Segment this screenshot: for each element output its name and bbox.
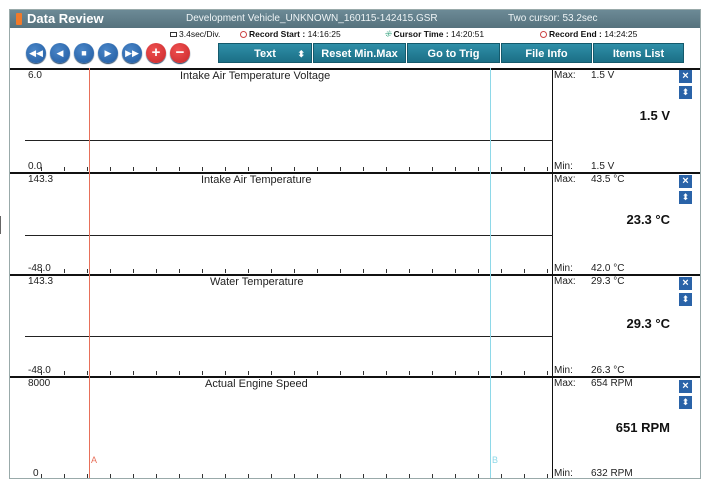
go-to-trig-button[interactable]: Go to Trig xyxy=(407,43,500,63)
y-max-label: 143.3 xyxy=(28,276,54,287)
channel-panel: 6.0 Intake Air Temperature Voltage 0.0 M… xyxy=(10,68,700,173)
channel-title: Water Temperature xyxy=(210,276,304,288)
min-value: Min: 26.3 °C xyxy=(554,365,625,376)
signal-trace xyxy=(25,336,553,337)
time-div-icon xyxy=(170,32,177,37)
updown-icon: ⬍ xyxy=(297,49,305,59)
step-back-button[interactable]: ◀ xyxy=(50,43,70,63)
min-value: Min: 632 RPM xyxy=(554,468,633,479)
channel-title: Intake Air Temperature xyxy=(201,174,312,186)
crosshair-icon: ⁜ xyxy=(384,29,392,39)
close-channel-button[interactable]: × xyxy=(679,175,692,188)
updown-arrow-icon: ⬍ xyxy=(681,87,690,97)
scale-button[interactable]: ⬍ xyxy=(679,86,692,99)
graph-area[interactable]: 143.3 Intake Air Temperature -48.0 xyxy=(25,174,553,275)
reset-minmax-button[interactable]: Reset Min.Max xyxy=(313,43,406,63)
cursor-b-line[interactable] xyxy=(490,68,491,478)
y-min-label: -48.0 xyxy=(28,263,51,274)
close-icon: × xyxy=(682,380,689,392)
max-value: Max: 29.3 °C xyxy=(554,276,625,287)
left-icon: ◀ xyxy=(56,48,64,58)
minus-icon: − xyxy=(175,44,185,61)
close-icon: × xyxy=(682,175,689,187)
channel-title: Actual Engine Speed xyxy=(205,378,308,390)
plus-icon: + xyxy=(151,44,161,61)
current-value: 1.5 V xyxy=(639,108,670,123)
channel-panel: 143.3 Intake Air Temperature -48.0 Max: 4… xyxy=(10,172,700,275)
time-division: 3.4sec/Div. xyxy=(170,29,220,39)
time-ticks xyxy=(25,474,552,478)
max-value: Max: 1.5 V xyxy=(554,70,615,81)
cursor-b-label: B xyxy=(492,455,499,465)
record-start: Record Start : 14:16:25 xyxy=(240,29,341,39)
time-ticks xyxy=(25,269,552,273)
stop-button[interactable]: ■ xyxy=(74,43,94,63)
updown-arrow-icon: ⬍ xyxy=(681,397,690,407)
signal-trace xyxy=(25,235,553,236)
app-icon xyxy=(16,13,22,25)
scale-button[interactable]: ⬍ xyxy=(679,293,692,306)
clock-icon xyxy=(240,31,247,38)
rewind-fast-button[interactable]: ◀◀ xyxy=(26,43,46,63)
forward-fast-button[interactable]: ▶▶ xyxy=(122,43,142,63)
toolbar: ◀◀ ◀ ■ ▶ ▶▶ + − Text ⬍ Reset Min.Max Go t… xyxy=(10,40,700,68)
current-value: 29.3 °C xyxy=(626,316,670,331)
time-ticks xyxy=(25,167,552,171)
min-value: Min: 42.0 °C xyxy=(554,263,625,274)
data-review-window: Data Review Development Vehicle_UNKNOWN_… xyxy=(9,9,701,479)
right-icon: ▶ xyxy=(104,48,112,58)
file-name: Development Vehicle_UNKNOWN_160115-14241… xyxy=(186,13,438,24)
zoom-in-button[interactable]: + xyxy=(146,43,166,63)
y-min-label: -48.0 xyxy=(28,365,51,376)
max-value: Max: 654 RPM xyxy=(554,378,633,389)
time-ticks xyxy=(25,371,552,375)
cursor-time: ⁜ Cursor Time : 14:20:51 xyxy=(384,29,485,39)
record-info-bar: 3.4sec/Div. Record Start : 14:16:25 ⁜ Cur… xyxy=(10,28,700,40)
y-min-label: 0 xyxy=(33,468,39,479)
y-max-label: 143.3 xyxy=(28,174,54,185)
graph-area[interactable]: 143.3 Water Temperature -48.0 xyxy=(25,276,553,377)
zoom-out-button[interactable]: − xyxy=(170,43,190,63)
record-end: Record End : 14:24:25 xyxy=(540,29,637,39)
title-bar: Data Review Development Vehicle_UNKNOWN_… xyxy=(10,10,700,28)
channel-panel: 8000 Actual Engine Speed 0 Max: 654 RPM 6… xyxy=(10,376,700,479)
file-info-button[interactable]: File Info xyxy=(501,43,592,63)
graph-area[interactable]: 8000 Actual Engine Speed 0 xyxy=(25,378,553,479)
y-min-label: 0.0 xyxy=(28,161,42,172)
clock-icon xyxy=(540,31,547,38)
window-edge-marker xyxy=(0,216,1,234)
signal-trace xyxy=(25,140,553,141)
stop-icon: ■ xyxy=(81,48,87,58)
cursor-a-line[interactable] xyxy=(89,68,90,478)
double-left-icon: ◀◀ xyxy=(29,48,43,58)
close-channel-button[interactable]: × xyxy=(679,277,692,290)
min-value: Min: 1.5 V xyxy=(554,161,615,172)
double-right-icon: ▶▶ xyxy=(125,48,139,58)
max-value: Max: 43.5 °C xyxy=(554,174,625,185)
items-list-button[interactable]: Items List xyxy=(593,43,684,63)
text-select[interactable]: Text ⬍ xyxy=(218,43,312,63)
channel-panel: 143.3 Water Temperature -48.0 Max: 29.3 °… xyxy=(10,274,700,377)
scale-button[interactable]: ⬍ xyxy=(679,191,692,204)
updown-arrow-icon: ⬍ xyxy=(681,192,690,202)
y-max-label: 8000 xyxy=(28,378,51,389)
cursor-mode-status: Two cursor: 53.2sec xyxy=(508,13,598,24)
updown-arrow-icon: ⬍ xyxy=(681,294,690,304)
step-forward-button[interactable]: ▶ xyxy=(98,43,118,63)
scale-button[interactable]: ⬍ xyxy=(679,396,692,409)
close-channel-button[interactable]: × xyxy=(679,70,692,83)
cursor-a-label: A xyxy=(91,455,98,465)
channel-title: Intake Air Temperature Voltage xyxy=(180,70,331,82)
close-icon: × xyxy=(682,70,689,82)
graph-area[interactable]: 6.0 Intake Air Temperature Voltage 0.0 xyxy=(25,70,553,173)
current-value: 651 RPM xyxy=(615,420,670,435)
close-icon: × xyxy=(682,277,689,289)
y-max-label: 6.0 xyxy=(28,70,42,81)
close-channel-button[interactable]: × xyxy=(679,380,692,393)
current-value: 23.3 °C xyxy=(626,212,670,227)
app-title: Data Review xyxy=(27,11,104,26)
